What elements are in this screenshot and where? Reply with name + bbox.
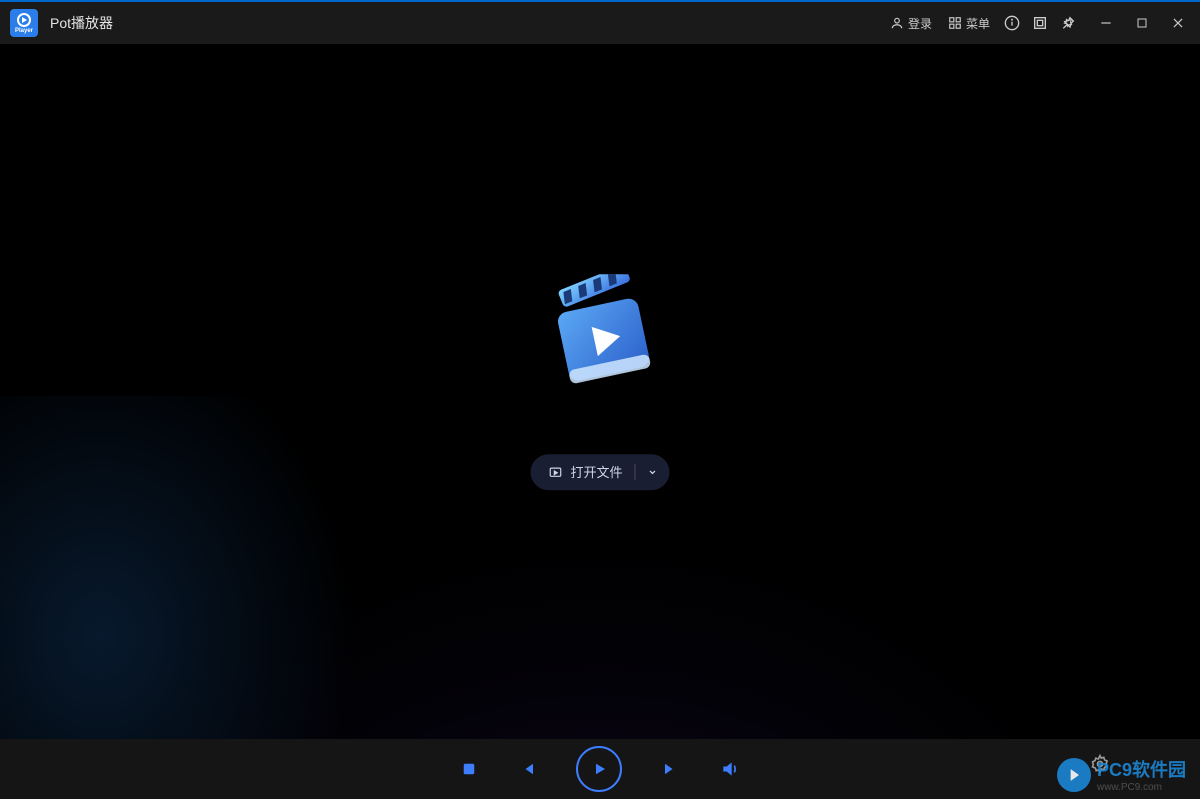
info-icon	[1004, 15, 1020, 31]
menu-label: 菜单	[966, 15, 990, 32]
pin-button[interactable]	[1054, 9, 1082, 37]
open-file-dropdown[interactable]	[642, 461, 664, 483]
grid-icon	[948, 16, 962, 30]
divider	[635, 464, 636, 480]
clapperboard-icon	[540, 274, 660, 394]
compact-mode-button[interactable]	[1026, 9, 1054, 37]
titlebar: Player Pot播放器 登录 菜单	[0, 2, 1200, 44]
stop-button[interactable]	[460, 760, 478, 778]
next-icon	[662, 760, 680, 778]
watermark-logo	[1057, 758, 1091, 792]
minimize-icon	[1099, 16, 1113, 30]
info-button[interactable]	[998, 9, 1026, 37]
play-icon	[590, 760, 608, 778]
play-button[interactable]	[576, 746, 622, 792]
minimize-button[interactable]	[1092, 9, 1120, 37]
play-file-icon	[548, 465, 562, 479]
close-button[interactable]	[1164, 9, 1192, 37]
previous-icon	[518, 760, 536, 778]
chevron-down-icon	[648, 467, 658, 477]
user-icon	[890, 16, 904, 30]
playback-bar: PC9软件园 www.PC9.com	[0, 739, 1200, 799]
playback-controls	[460, 746, 740, 792]
app-logo: Player	[10, 9, 38, 37]
login-button[interactable]: 登录	[890, 15, 932, 32]
login-label: 登录	[908, 15, 932, 32]
app-title: Pot播放器	[50, 13, 113, 33]
video-area: 打开文件	[0, 46, 1200, 739]
stop-icon	[460, 760, 478, 778]
pin-icon	[1060, 15, 1076, 31]
watermark-title: PC9软件园	[1097, 756, 1186, 782]
background-glow-2	[0, 396, 400, 739]
center-content: 打开文件	[530, 274, 669, 490]
square-icon	[1032, 15, 1048, 31]
app-logo-text: Player	[15, 28, 33, 34]
volume-icon	[720, 759, 740, 779]
open-file-label: 打开文件	[570, 462, 622, 481]
next-button[interactable]	[662, 760, 680, 778]
maximize-icon	[1136, 17, 1148, 29]
watermark-url: www.PC9.com	[1097, 782, 1186, 793]
watermark: PC9软件园 www.PC9.com	[1057, 756, 1186, 793]
close-icon	[1171, 16, 1185, 30]
open-file-button[interactable]: 打开文件	[530, 454, 669, 490]
volume-button[interactable]	[720, 759, 740, 779]
maximize-button[interactable]	[1128, 9, 1156, 37]
menu-button[interactable]: 菜单	[948, 15, 990, 32]
previous-button[interactable]	[518, 760, 536, 778]
